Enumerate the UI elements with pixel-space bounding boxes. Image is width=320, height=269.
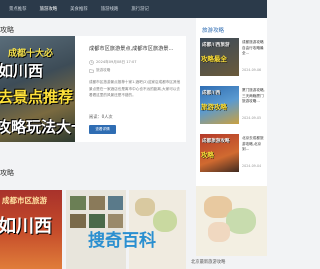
section-title-bottom: 攻略 — [0, 169, 14, 177]
tile-text-line1: 成都市区旅游 — [2, 196, 47, 205]
article-tile-image[interactable]: 成都市区旅游 如川西 — [0, 190, 62, 269]
sidebar-item-thumbnail[interactable]: 成都旅游攻略 攻略 — [200, 134, 239, 172]
map-region — [135, 198, 155, 216]
nav-item-travelogues[interactable]: 旅行游记 — [131, 6, 149, 12]
article-category-row: 旅游攻略 — [89, 68, 110, 73]
section-title-guides: 攻略 — [0, 26, 14, 34]
article-date-row: 2024年09月08日 17:07 — [89, 60, 137, 65]
hero-text-line2: 如川西 — [0, 62, 44, 80]
sidebar-item-title[interactable]: 北京去成都旅游攻略,北京到... — [242, 136, 267, 158]
hero-text-line1: 成都十大必 — [8, 49, 54, 59]
map-caption: 北京最新旅游攻略 — [191, 260, 226, 265]
main-nav: 景点推荐 旅游攻略 美食推荐 旅游线路 旅行游记 — [9, 0, 162, 18]
map-region — [208, 222, 230, 242]
thumb-text-line2: 攻略最全 — [201, 55, 227, 63]
article-title[interactable]: 成都市区旅游景点,成都市区旅游景... — [89, 45, 181, 52]
nav-item-guides[interactable]: 旅游攻略 — [40, 6, 58, 12]
nav-item-food[interactable]: 美食推荐 — [70, 6, 88, 12]
top-navbar: 景点推荐 旅游攻略 美食推荐 旅游线路 旅行游记 — [0, 0, 267, 18]
sidebar-item-thumbnail[interactable]: 成都川西旅游 攻略最全 — [200, 38, 239, 76]
thumb-text-line1: 成都川西旅游 — [202, 43, 230, 48]
article-category[interactable]: 旅游攻略 — [96, 68, 110, 73]
collage-photo — [70, 214, 86, 228]
sidebar-item-date: 2024-09-06 — [242, 68, 262, 72]
featured-article-image[interactable]: 成都十大必 如川西 去景点推荐 攻略玩法大十 — [0, 36, 75, 142]
sidebar-item-thumbnail[interactable]: 成都川西 旅游攻略 — [200, 86, 239, 124]
collage-photo — [108, 196, 123, 210]
article-read-count: 阅读：0人次 — [89, 114, 113, 119]
featured-article-card: 成都十大必 如川西 去景点推荐 攻略玩法大十 成都市区旅游景点,成都市区旅游景.… — [0, 36, 186, 142]
tile-text-line2: 如川西 — [0, 216, 52, 237]
collage-photo — [89, 196, 105, 210]
sidebar-item-title[interactable]: 厦门旅游攻略,三天两晚厦门旅游攻略... — [242, 88, 267, 110]
nav-item-attractions[interactable]: 景点推荐 — [9, 6, 27, 12]
thumb-text-line2: 旅游攻略 — [201, 103, 227, 111]
sidebar-map-image[interactable] — [196, 186, 267, 256]
sidebar-item-title[interactable]: 成都旅游攻略自由行攻略最全... — [242, 40, 267, 62]
map-region — [226, 208, 256, 234]
sidebar-item-date: 2024-09-05 — [242, 116, 262, 120]
map-region — [153, 210, 177, 232]
article-date: 2024年09月08日 17:07 — [96, 60, 137, 64]
watermark-logo-text: 搜奇百科 — [88, 231, 156, 251]
clock-icon — [89, 60, 94, 65]
hero-text-line4: 攻略玩法大十 — [0, 118, 75, 136]
view-details-button[interactable]: 查看详情 — [89, 125, 116, 134]
thumb-text-line1: 成都旅游攻略 — [202, 139, 230, 144]
sidebar-title: 旅游攻略 — [202, 28, 225, 34]
sidebar-item-date: 2024-09-04 — [242, 164, 262, 168]
thumb-text-line2: 攻略 — [201, 151, 214, 159]
collage-photo — [70, 196, 86, 210]
hero-text-line3: 去景点推荐 — [0, 88, 74, 106]
nav-item-routes[interactable]: 旅游线路 — [101, 6, 119, 12]
sidebar-list-item[interactable]: 成都川西旅游 攻略最全 成都旅游攻略自由行攻略最全... 2024-09-06 — [200, 38, 267, 84]
sidebar-list-item[interactable]: 成都川西 旅游攻略 厦门旅游攻略,三天两晚厦门旅游攻略... 2024-09-0… — [200, 86, 267, 132]
article-summary: 成都市区旅游景点推荐十家1.酒吧(2)这家店成都市区其他景点是在一家酒店也是离市… — [89, 80, 181, 97]
folder-icon — [89, 69, 94, 73]
sidebar-list-item[interactable]: 成都旅游攻略 攻略 北京去成都旅游攻略,北京到... 2024-09-04 — [200, 134, 267, 180]
thumb-text-line1: 成都川西 — [202, 91, 221, 96]
